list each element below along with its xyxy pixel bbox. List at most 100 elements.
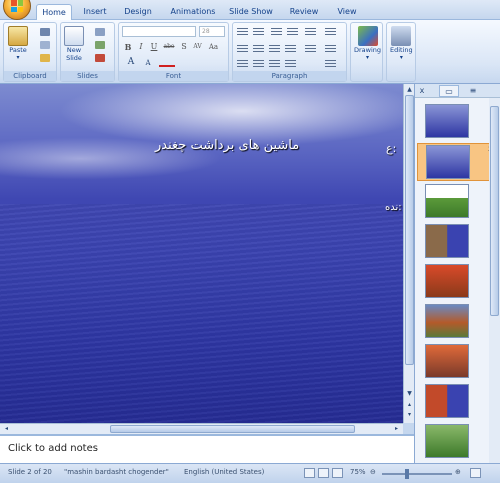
slide-thumbnail-1[interactable]: 1 [417, 103, 495, 141]
align-left-icon[interactable] [237, 45, 248, 54]
columns-icon[interactable] [305, 45, 316, 54]
tab-home[interactable]: Home [36, 4, 72, 20]
character-spacing-button[interactable]: AV [191, 42, 204, 52]
text-direction-icon[interactable] [325, 28, 336, 37]
slide-horizontal-scrollbar[interactable]: ◂ ▸ [0, 423, 403, 434]
tab-review[interactable]: Review [284, 4, 324, 20]
thumbnail-image [425, 344, 469, 378]
panel-close-button[interactable]: x [417, 85, 427, 97]
font-name-combo[interactable] [122, 26, 196, 37]
line-spacing-icon[interactable] [305, 28, 316, 37]
bullets-icon[interactable] [237, 28, 248, 37]
next-slide-icon[interactable]: ▾ [405, 410, 414, 419]
zoom-slider-thumb[interactable] [405, 469, 409, 479]
delete-slide-icon[interactable] [95, 54, 105, 62]
office-logo-icon [11, 0, 23, 12]
editing-button[interactable]: Editing ▾ [390, 26, 413, 61]
slide-vertical-scrollbar[interactable]: ▲ ▼ ▴ ▾ [403, 84, 414, 423]
numbering-icon[interactable] [253, 28, 264, 37]
slide-thumbnail-8[interactable]: 8 [417, 383, 495, 421]
underline-button[interactable]: U [149, 42, 159, 52]
slide-thumbnail-5[interactable]: 5 [417, 263, 495, 301]
office-button[interactable] [3, 0, 31, 20]
thumbnail-image [425, 224, 469, 258]
font-size-combo[interactable]: 28 [199, 26, 225, 37]
slide-thumbnail-7[interactable]: 7 [417, 343, 495, 381]
scroll-down-icon[interactable]: ▼ [405, 389, 414, 398]
tab-slides[interactable]: ▭ [439, 85, 459, 97]
ribbon-tab-bar: Home Insert Design Animations Slide Show… [0, 0, 500, 20]
slide-thumbnail-2[interactable]: 2 [417, 143, 495, 181]
strikethrough-button[interactable]: abe [162, 42, 176, 52]
horizontal-scroll-thumb[interactable] [110, 425, 355, 433]
font-color-button[interactable] [159, 57, 175, 67]
thumbnail-image [425, 304, 469, 338]
shrink-font-button[interactable]: A [141, 58, 155, 68]
reset-icon[interactable] [95, 41, 105, 49]
align-right-icon[interactable] [269, 45, 280, 54]
zoom-in-icon[interactable]: ⊕ [455, 468, 461, 476]
slide-thumbnail-9[interactable]: 9 [417, 423, 495, 461]
scroll-right-icon[interactable]: ▸ [392, 424, 401, 433]
slide-text-2[interactable]: :نده [385, 202, 402, 213]
new-slide-icon [64, 26, 84, 46]
slide-canvas[interactable]: ماشین های برداشت چغندر :ع :نده [0, 84, 403, 423]
notes-placeholder: Click to add notes [8, 443, 98, 454]
panel-scroll-thumb[interactable] [490, 106, 499, 316]
drawing-group: Drawing ▾ [350, 22, 383, 82]
scroll-up-icon[interactable]: ▲ [405, 85, 414, 94]
slide-thumbnail-4[interactable]: 4 [417, 223, 495, 261]
justify-icon[interactable] [285, 45, 296, 54]
vertical-scroll-thumb[interactable] [405, 95, 414, 365]
format-painter-icon[interactable] [40, 54, 50, 62]
increase-indent-icon[interactable] [287, 28, 298, 37]
paste-button[interactable]: Paste ▾ [8, 26, 28, 61]
new-slide-button[interactable]: New Slide [64, 26, 84, 62]
copy-icon[interactable] [40, 41, 50, 49]
slide-sorter-icon[interactable] [318, 468, 329, 478]
tab-insert[interactable]: Insert [78, 4, 112, 20]
smartart-icon[interactable] [325, 60, 336, 69]
zoom-level[interactable]: 75% [350, 468, 366, 476]
italic-button[interactable]: I [136, 42, 146, 52]
thumbnail-image [425, 424, 469, 458]
scroll-left-icon[interactable]: ◂ [2, 424, 11, 433]
font-group: 28 B I U abe S AV Aa A A Font [118, 22, 229, 82]
binoculars-icon [391, 26, 412, 46]
bold-button[interactable]: B [123, 42, 133, 52]
thai-distributed-icon[interactable] [285, 60, 296, 69]
distributed-icon[interactable] [269, 60, 280, 69]
tab-slide-show[interactable]: Slide Show [226, 4, 276, 20]
align-text-icon[interactable] [325, 45, 336, 54]
zoom-slider[interactable] [382, 473, 452, 475]
thumbnail-image [425, 104, 469, 138]
zoom-out-icon[interactable]: ⊖ [370, 468, 376, 476]
language-status[interactable]: English (United States) [184, 468, 264, 476]
layout-icon[interactable] [95, 28, 105, 36]
editing-group: Editing ▾ [386, 22, 416, 82]
drawing-button[interactable]: Drawing ▾ [354, 26, 381, 61]
tab-outline[interactable]: ≡ [463, 85, 483, 97]
decrease-indent-icon[interactable] [271, 28, 282, 37]
tab-view[interactable]: View [330, 4, 364, 20]
previous-slide-icon[interactable]: ▴ [405, 400, 414, 409]
ltr-icon[interactable] [253, 60, 264, 69]
fit-to-window-icon[interactable] [470, 468, 481, 478]
slide-text-1[interactable]: :ع [386, 142, 396, 155]
theme-name: "mashin bardasht chogender" [64, 468, 169, 476]
grow-font-button[interactable]: A [123, 57, 139, 67]
slide-thumbnail-3[interactable]: 3 [417, 183, 495, 221]
panel-scrollbar[interactable] [489, 98, 500, 463]
notes-pane[interactable]: Click to add notes [0, 434, 414, 463]
align-center-icon[interactable] [253, 45, 264, 54]
slide-show-icon[interactable] [332, 468, 343, 478]
slide-title-text[interactable]: ماشین های برداشت چغندر [155, 138, 299, 153]
cut-icon[interactable] [40, 28, 50, 36]
tab-animations[interactable]: Animations [166, 4, 220, 20]
shadow-button[interactable]: S [179, 42, 189, 52]
slide-thumbnail-6[interactable]: 6 [417, 303, 495, 341]
change-case-button[interactable]: Aa [207, 42, 220, 52]
normal-view-icon[interactable] [304, 468, 315, 478]
rtl-icon[interactable] [237, 60, 248, 69]
tab-design[interactable]: Design [118, 4, 158, 20]
